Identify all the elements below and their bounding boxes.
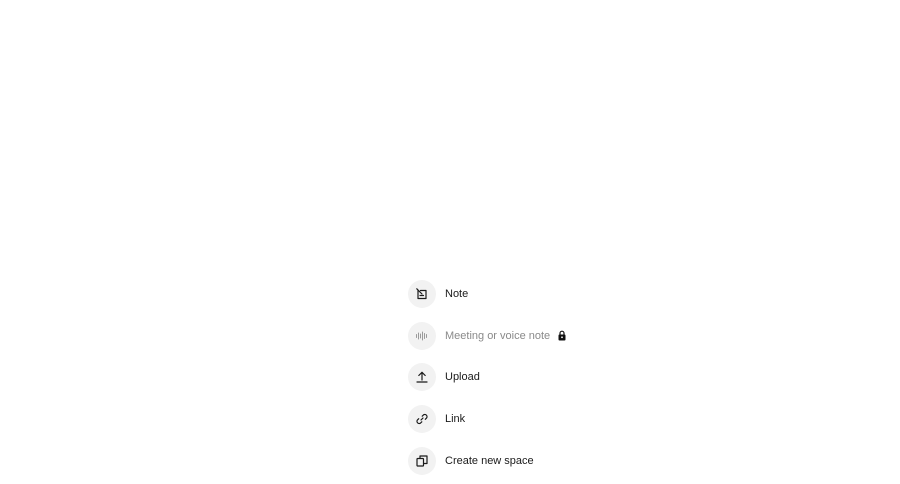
menu-item-label: Create new space xyxy=(445,454,534,467)
menu-item-meeting[interactable]: Meeting or voice note xyxy=(408,321,608,350)
lock-icon xyxy=(557,330,567,341)
menu-item-link[interactable]: Link xyxy=(408,405,608,434)
copy-space-icon xyxy=(408,446,436,475)
menu-item-note[interactable]: Note xyxy=(408,280,608,308)
menu-item-label: Link xyxy=(445,413,466,426)
menu-item-create-space[interactable]: Create new space xyxy=(408,446,608,475)
note-icon xyxy=(408,280,436,308)
link-icon xyxy=(408,405,436,434)
menu-item-upload[interactable]: Upload xyxy=(408,363,608,392)
waveform-icon xyxy=(408,321,436,350)
menu-item-label: Upload xyxy=(445,371,480,384)
menu-item-label: Note xyxy=(445,288,469,300)
new-item-menu: Note Meeting or voice note Upload Link C… xyxy=(408,280,608,475)
menu-item-label: Meeting or voice note xyxy=(445,329,551,342)
upload-icon xyxy=(408,363,436,392)
